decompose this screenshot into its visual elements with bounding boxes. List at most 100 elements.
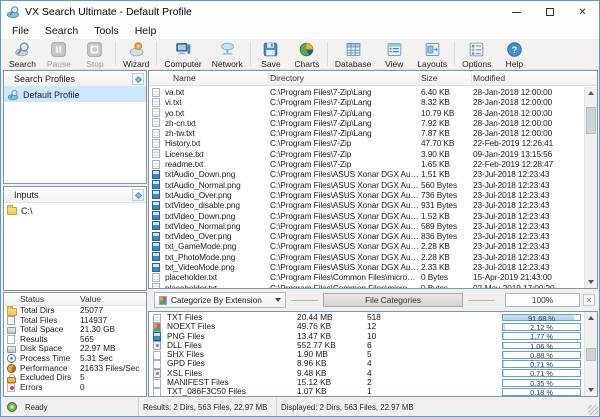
- scroll-up-button[interactable]: [585, 312, 597, 324]
- file-row[interactable]: yo.txt C:\Program Files\7-Zip\Lang 10.79…: [149, 108, 584, 118]
- column-header-name[interactable]: Name: [173, 73, 196, 83]
- input-item-c-drive[interactable]: C:\: [4, 203, 146, 218]
- file-row[interactable]: readme.txt C:\Program Files\7-Zip 1.65 K…: [149, 159, 584, 169]
- wizard-button[interactable]: Wizard: [118, 39, 154, 69]
- image-file-icon: [152, 180, 160, 189]
- category-row[interactable]: TXT Files 20.44 MB 518 91.68 %: [149, 313, 584, 322]
- file-row[interactable]: txtVideo_Normal.png C:\Program Files\ASU…: [149, 221, 584, 231]
- file-modified: 28-Jan-2018 12:00:00: [473, 97, 583, 107]
- help-button[interactable]: ? Help: [496, 39, 532, 69]
- charts-button[interactable]: Charts: [289, 39, 325, 69]
- search-button[interactable]: Search: [4, 39, 41, 69]
- maximize-icon: [546, 8, 554, 16]
- file-row[interactable]: txtVideo_disable.png C:\Program Files\AS…: [149, 200, 584, 210]
- column-divider[interactable]: [268, 73, 269, 83]
- file-row[interactable]: txt_VideoMode.png C:\Program Files\ASUS …: [149, 262, 584, 272]
- categorize-mode-dropdown[interactable]: Categorize By Extension: [154, 292, 286, 308]
- file-row[interactable]: License.txt C:\Program Files\7-Zip 3.90 …: [149, 149, 584, 159]
- file-modified: 23-Jul-2018 12:23:43: [473, 180, 583, 190]
- file-row[interactable]: placeholder.txt C:\Program Files\Common …: [149, 272, 584, 282]
- category-row[interactable]: TXT_086F3C50 Files 1.07 KB 1 0.18 %: [149, 387, 584, 396]
- status-value: 25077: [80, 306, 144, 316]
- category-row[interactable]: DLL Files 552.77 KB 6 1.06 %: [149, 341, 584, 350]
- scroll-thumb[interactable]: [586, 107, 596, 134]
- category-row[interactable]: NOEXT Files 49.76 KB 12 2.12 %: [149, 322, 584, 331]
- file-size: 2.33 KB: [421, 262, 471, 272]
- inputs-menu-button[interactable]: [132, 189, 144, 201]
- results-scrollbar[interactable]: [584, 87, 597, 288]
- close-button[interactable]: ✕: [566, 1, 599, 23]
- column-divider[interactable]: [471, 73, 472, 83]
- menu-search[interactable]: Search: [37, 23, 86, 39]
- search-profiles-header: Search Profiles: [4, 71, 146, 87]
- category-row[interactable]: XSL Files 9.48 KB 4 0.71 %: [149, 369, 584, 378]
- column-header-directory[interactable]: Directory: [270, 73, 304, 83]
- file-modified: 23-Jul-2018 12:23:43: [473, 190, 583, 200]
- category-row[interactable]: SHX Files 1.90 MB 5 0.88 %: [149, 350, 584, 359]
- options-button[interactable]: Options: [457, 39, 496, 69]
- file-row[interactable]: txtAudio_Normal.png C:\Program Files\ASU…: [149, 180, 584, 190]
- category-row[interactable]: MANIFEST Files 15.12 KB 2 0.35 %: [149, 378, 584, 387]
- category-percent-bar: 0.71 %: [502, 369, 581, 377]
- file-directory: C:\Program Files\ASUS Xonar DGX Audio...: [270, 180, 419, 190]
- network-button[interactable]: Network: [207, 39, 248, 69]
- file-row[interactable]: zh-cn.txt C:\Program Files\7-Zip\Lang 7.…: [149, 118, 584, 128]
- category-row[interactable]: GPD Files 8.96 KB 4 0.71 %: [149, 359, 584, 368]
- file-row[interactable]: zh-tw.txt C:\Program Files\7-Zip\Lang 7.…: [149, 128, 584, 138]
- menu-tools[interactable]: Tools: [86, 23, 127, 39]
- maximize-button[interactable]: [533, 1, 566, 23]
- computer-button[interactable]: Computer: [159, 39, 206, 69]
- file-row[interactable]: txtVideo_Down.png C:\Program Files\ASUS …: [149, 211, 584, 221]
- menu-help[interactable]: Help: [127, 23, 165, 39]
- column-header-size[interactable]: Size: [421, 73, 438, 83]
- file-row[interactable]: txt_PhotoMode.png C:\Program Files\ASUS …: [149, 252, 584, 262]
- zoom-level-button[interactable]: 100%: [505, 293, 580, 307]
- column-header-status[interactable]: Status: [20, 294, 44, 304]
- menu-file[interactable]: File: [4, 23, 37, 39]
- scroll-up-button[interactable]: [585, 87, 597, 99]
- pause-button[interactable]: Pause: [41, 39, 77, 69]
- file-categories-button[interactable]: File Categories: [323, 293, 463, 307]
- scroll-thumb[interactable]: [586, 348, 596, 361]
- database-button[interactable]: Database: [330, 39, 376, 69]
- categories-scrollbar[interactable]: [584, 312, 597, 396]
- file-row[interactable]: txtVideo_Over.png C:\Program Files\ASUS …: [149, 231, 584, 241]
- file-row[interactable]: History.txt C:\Program Files\7-Zip 47.70…: [149, 138, 584, 148]
- column-header-modified[interactable]: Modified: [473, 73, 505, 83]
- file-directory: C:\Program Files\ASUS Xonar DGX Audio...: [270, 169, 419, 179]
- profile-item-default[interactable]: Default Profile: [4, 87, 146, 102]
- file-modified: 22-Feb-2019 12:28:47: [473, 159, 583, 169]
- category-row[interactable]: PNG Files 13.47 KB 10 1.77 %: [149, 332, 584, 341]
- file-row[interactable]: txt_GameMode.png C:\Program Files\ASUS X…: [149, 241, 584, 251]
- category-name: PNG Files: [167, 332, 293, 341]
- window-controls: ✕: [500, 1, 599, 23]
- file-row[interactable]: placeholder.txt C:\Program Files\Common …: [149, 283, 584, 288]
- column-header-value[interactable]: Value: [80, 294, 101, 304]
- save-button[interactable]: Save: [253, 39, 289, 69]
- file-row[interactable]: txtAudio_Down.png C:\Program Files\ASUS …: [149, 169, 584, 179]
- minimize-button[interactable]: [500, 1, 533, 23]
- profiles-menu-button[interactable]: [132, 73, 144, 85]
- search-profiles-title: Search Profiles: [14, 74, 75, 84]
- status-row: Errors 0: [4, 383, 146, 393]
- category-percent-bar: 0.71 %: [502, 360, 581, 368]
- scroll-down-button[interactable]: [585, 276, 597, 288]
- category-size: 20.44 MB: [297, 313, 363, 322]
- status-panel: Status Value Total Dirs 25077 Total File…: [3, 292, 147, 397]
- column-divider[interactable]: [419, 73, 420, 83]
- close-categories-button[interactable]: ✕: [583, 294, 595, 306]
- status-row: Performance 21633 Files/Sec: [4, 364, 146, 374]
- view-button[interactable]: View: [376, 39, 412, 69]
- file-size: 7.87 KB: [421, 128, 471, 138]
- stop-button[interactable]: Stop: [77, 39, 113, 69]
- file-row[interactable]: va.txt C:\Program Files\7-Zip\Lang 6.40 …: [149, 87, 584, 97]
- file-row[interactable]: txtAudio_Over.png C:\Program Files\ASUS …: [149, 190, 584, 200]
- resize-grip[interactable]: [588, 405, 598, 415]
- scroll-down-button[interactable]: [585, 384, 597, 396]
- file-name: placeholder.txt: [165, 272, 268, 282]
- file-modified: 23-Jul-2018 12:23:43: [473, 252, 583, 262]
- file-row[interactable]: vi.txt C:\Program Files\7-Zip\Lang 8.32 …: [149, 97, 584, 107]
- file-modified: 28-Jan-2018 12:00:00: [473, 108, 583, 118]
- extension-grid-icon: [153, 323, 161, 332]
- layouts-button[interactable]: Layouts: [412, 39, 452, 69]
